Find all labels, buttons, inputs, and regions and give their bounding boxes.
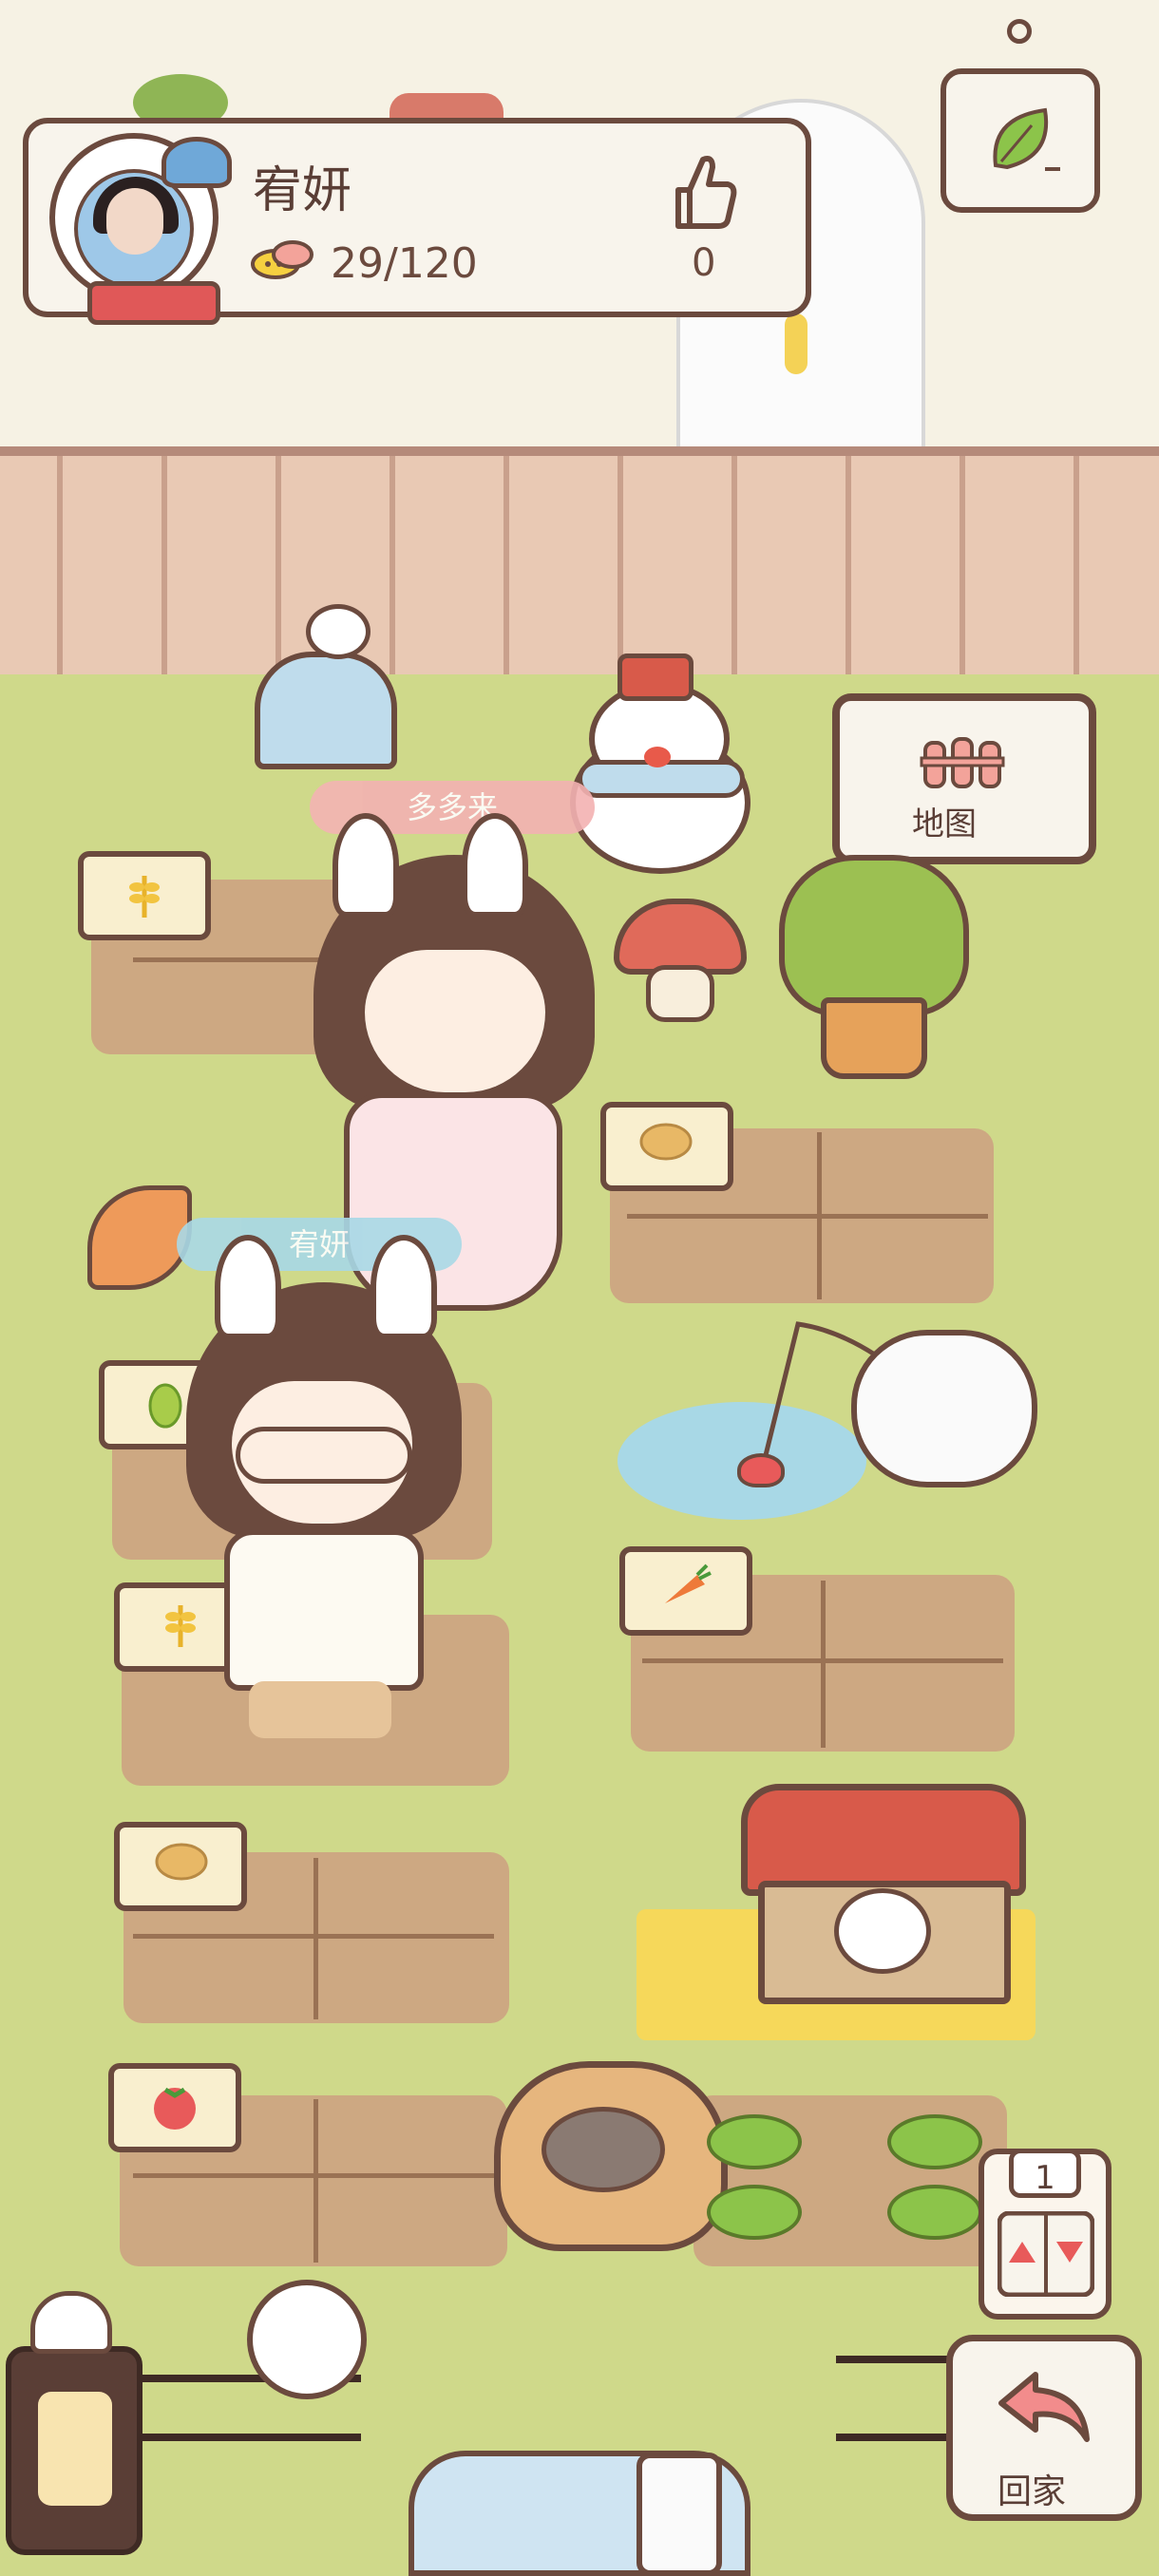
mushroom-stem	[646, 965, 714, 1022]
snowman-bucket-hat	[618, 653, 694, 701]
seedling	[887, 2185, 982, 2240]
chef-hat	[30, 2291, 112, 2354]
tomato-icon	[154, 2087, 196, 2130]
player-ear-left	[215, 1235, 281, 1339]
visitor-face	[365, 950, 545, 1092]
avatar-scarf	[87, 281, 220, 325]
map-gate-icon	[920, 737, 1005, 788]
coop-chick	[834, 1888, 931, 1974]
pug-face	[542, 2107, 665, 2192]
thumbs-up-icon[interactable]	[665, 152, 737, 232]
player-ear-right	[370, 1235, 437, 1339]
mailbox-bird	[306, 604, 370, 659]
potato-icon	[639, 1123, 693, 1161]
floor-number: 1	[1009, 2149, 1081, 2198]
player-coat	[224, 1529, 424, 1691]
map-label: 地图	[912, 805, 977, 843]
home-label: 回家	[998, 2472, 1067, 2511]
mailbox[interactable]	[255, 652, 397, 769]
plant-pot	[821, 997, 927, 1079]
carrot-icon	[665, 1563, 712, 1603]
avatar-hat	[162, 137, 232, 188]
visitor-ear-left	[332, 813, 399, 918]
visitor-ear-right	[462, 813, 528, 918]
seedling	[707, 2185, 802, 2240]
door-lamp	[785, 313, 808, 374]
leaf-icon	[993, 107, 1060, 171]
frame-hook	[1007, 19, 1032, 44]
snowman-nose	[644, 747, 671, 767]
chimney	[636, 2453, 722, 2576]
user-name: 宥妍	[253, 162, 352, 219]
seedling	[887, 2114, 982, 2169]
energy-counter: 29/120	[331, 239, 478, 288]
avatar-face	[106, 188, 163, 255]
player-glasses	[236, 1427, 412, 1484]
player-legs	[249, 1681, 391, 1738]
triangle-down-icon[interactable]	[1053, 2238, 1087, 2266]
like-count: 0	[692, 241, 716, 285]
wheat-icon	[129, 876, 160, 918]
potted-plant	[779, 855, 969, 1016]
teapot-lamp	[247, 2280, 367, 2399]
triangle-up-icon[interactable]	[1005, 2238, 1039, 2266]
energy-creature-icon	[251, 240, 314, 279]
potato-icon	[155, 1843, 208, 1881]
return-arrow-icon	[998, 2372, 1090, 2442]
coop-roof	[741, 1784, 1026, 1896]
cafe-sign-board	[38, 2392, 112, 2506]
wooden-fence	[0, 446, 1159, 693]
seedling	[707, 2114, 802, 2169]
iron-fence-right	[836, 2356, 950, 2441]
white-fluffy-pet[interactable]	[851, 1330, 1037, 1487]
